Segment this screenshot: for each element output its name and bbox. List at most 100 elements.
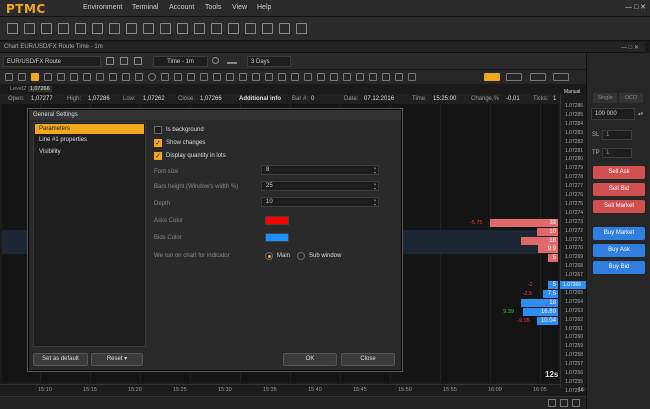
chart-scrollbar[interactable] bbox=[0, 396, 586, 409]
sl-input[interactable]: 1 bbox=[602, 130, 632, 140]
tab-single[interactable]: Single bbox=[593, 93, 617, 103]
cursor-icon[interactable] bbox=[5, 73, 13, 81]
arc-icon[interactable] bbox=[200, 73, 208, 81]
lock-scale-icon[interactable] bbox=[506, 73, 522, 81]
additional-info[interactable]: Additional info bbox=[239, 96, 281, 102]
snapshot-icon[interactable] bbox=[317, 73, 325, 81]
menu-tools[interactable]: Tools bbox=[205, 4, 221, 11]
zoom-out-icon[interactable] bbox=[548, 399, 556, 407]
arrow-down-icon[interactable] bbox=[239, 73, 247, 81]
tile-icon[interactable] bbox=[58, 23, 69, 34]
close-button[interactable]: Close bbox=[341, 353, 395, 366]
scroll-end-icon[interactable] bbox=[572, 399, 580, 407]
label-icon[interactable] bbox=[252, 73, 260, 81]
gann-icon[interactable] bbox=[174, 73, 182, 81]
pencil-icon[interactable] bbox=[484, 73, 500, 81]
report-icon[interactable] bbox=[228, 23, 239, 34]
tick-icon[interactable] bbox=[92, 23, 103, 34]
magnet-icon[interactable] bbox=[330, 73, 338, 81]
delete-icon[interactable] bbox=[265, 73, 273, 81]
positions-icon[interactable] bbox=[143, 23, 154, 34]
settings-icon[interactable] bbox=[296, 23, 307, 34]
price-scale[interactable]: Manual 1.07286 1.07285 1.07284 1.07283 1.072… bbox=[560, 89, 586, 394]
tp-input[interactable]: 1 bbox=[602, 148, 632, 158]
vertical-line-icon[interactable] bbox=[96, 73, 104, 81]
grid-icon[interactable] bbox=[194, 23, 205, 34]
menu-terminal[interactable]: Terminal bbox=[132, 4, 158, 11]
horizontal-line-icon[interactable] bbox=[83, 73, 91, 81]
settings-icon[interactable] bbox=[212, 57, 219, 64]
set-as-default-button[interactable]: Set as default bbox=[33, 353, 88, 366]
crosshair-icon[interactable] bbox=[18, 73, 26, 81]
line-icon[interactable] bbox=[57, 73, 65, 81]
fit-icon[interactable] bbox=[530, 73, 546, 81]
buy-ask-button[interactable]: Buy Ask bbox=[593, 244, 645, 257]
level2-icon[interactable] bbox=[75, 23, 86, 34]
ellipse-icon[interactable] bbox=[148, 73, 156, 81]
menu-environment[interactable]: Environment bbox=[83, 4, 122, 11]
color-icon[interactable] bbox=[408, 73, 416, 81]
depth-stepper[interactable]: 10 bbox=[261, 197, 379, 207]
zoom-in-icon[interactable] bbox=[560, 399, 568, 407]
regression-icon[interactable] bbox=[278, 73, 286, 81]
alert-icon[interactable] bbox=[245, 23, 256, 34]
template-icon[interactable] bbox=[356, 73, 364, 81]
order-entry-icon[interactable] bbox=[109, 23, 120, 34]
display-quantity-checkbox[interactable]: ✓ bbox=[154, 152, 162, 160]
chart-icon[interactable] bbox=[7, 23, 18, 34]
nav-visibility[interactable]: Visibility bbox=[35, 147, 144, 157]
menu-view[interactable]: View bbox=[232, 4, 247, 11]
sell-market-button[interactable]: Sell Market bbox=[593, 200, 645, 213]
ok-button[interactable]: OK bbox=[283, 353, 337, 366]
nav-line-properties[interactable]: Line #1 properties bbox=[35, 135, 144, 145]
pointer-icon[interactable] bbox=[31, 73, 39, 81]
zoom-icon[interactable] bbox=[44, 73, 52, 81]
volume-icon[interactable] bbox=[227, 57, 237, 64]
arrow-up-icon[interactable] bbox=[226, 73, 234, 81]
layers-icon[interactable] bbox=[369, 73, 377, 81]
sell-ask-button[interactable]: Sell Ask bbox=[593, 166, 645, 179]
chart-type-icon[interactable] bbox=[120, 57, 128, 65]
orders-icon[interactable] bbox=[126, 23, 137, 34]
font-size-stepper[interactable]: 8 bbox=[261, 165, 379, 175]
ray-icon[interactable] bbox=[70, 73, 78, 81]
quantity-input[interactable]: 100 000 bbox=[591, 108, 635, 120]
sub-window-radio[interactable] bbox=[297, 252, 305, 260]
window-controls[interactable]: — □ ✕ bbox=[625, 3, 646, 11]
link-icon[interactable] bbox=[279, 23, 290, 34]
bars-height-stepper[interactable]: 25 bbox=[261, 181, 379, 191]
chart-icon[interactable] bbox=[24, 23, 35, 34]
buy-market-button[interactable]: Buy Market bbox=[593, 227, 645, 240]
menu-account[interactable]: Account bbox=[169, 4, 194, 11]
buy-bid-button[interactable]: Buy Bid bbox=[593, 261, 645, 274]
cycle-icon[interactable] bbox=[304, 73, 312, 81]
text-icon[interactable] bbox=[213, 73, 221, 81]
main-radio[interactable] bbox=[265, 252, 273, 260]
panel-icon[interactable] bbox=[553, 73, 569, 81]
sell-bid-button[interactable]: Sell Bid bbox=[593, 183, 645, 196]
accounts-icon[interactable] bbox=[177, 23, 188, 34]
andrews-icon[interactable] bbox=[187, 73, 195, 81]
symbol-selector[interactable]: EUR/USD/FX Route bbox=[3, 56, 101, 67]
fibonacci-icon[interactable] bbox=[161, 73, 169, 81]
bids-color-swatch[interactable] bbox=[265, 233, 289, 242]
pitchfork-icon[interactable] bbox=[291, 73, 299, 81]
scale-mode[interactable]: Manual bbox=[564, 89, 580, 95]
triangle-icon[interactable] bbox=[135, 73, 143, 81]
matrix-icon[interactable] bbox=[41, 23, 52, 34]
table-icon[interactable] bbox=[211, 23, 222, 34]
trades-icon[interactable] bbox=[160, 23, 171, 34]
show-changes-checkbox[interactable]: ✓ bbox=[154, 139, 162, 147]
tab-oco[interactable]: OCO bbox=[619, 93, 643, 103]
reset-button[interactable]: Reset ▾ bbox=[91, 353, 143, 366]
asks-color-swatch[interactable] bbox=[265, 216, 289, 225]
indicators-icon[interactable] bbox=[134, 57, 142, 65]
time-axis[interactable]: 15:10 15:15 15:20 15:25 15:30 15:35 15:40 15:45… bbox=[0, 384, 592, 396]
timeframe-selector[interactable]: Time - 1m bbox=[153, 56, 208, 67]
period-selector[interactable]: 3 Days bbox=[247, 56, 291, 67]
news-icon[interactable] bbox=[262, 23, 273, 34]
symbol-lookup-icon[interactable] bbox=[106, 57, 114, 65]
quantity-stepper-icon[interactable]: ▴▾ bbox=[638, 111, 643, 117]
nav-parameters[interactable]: Parameters bbox=[35, 124, 144, 134]
print-icon[interactable] bbox=[395, 73, 403, 81]
